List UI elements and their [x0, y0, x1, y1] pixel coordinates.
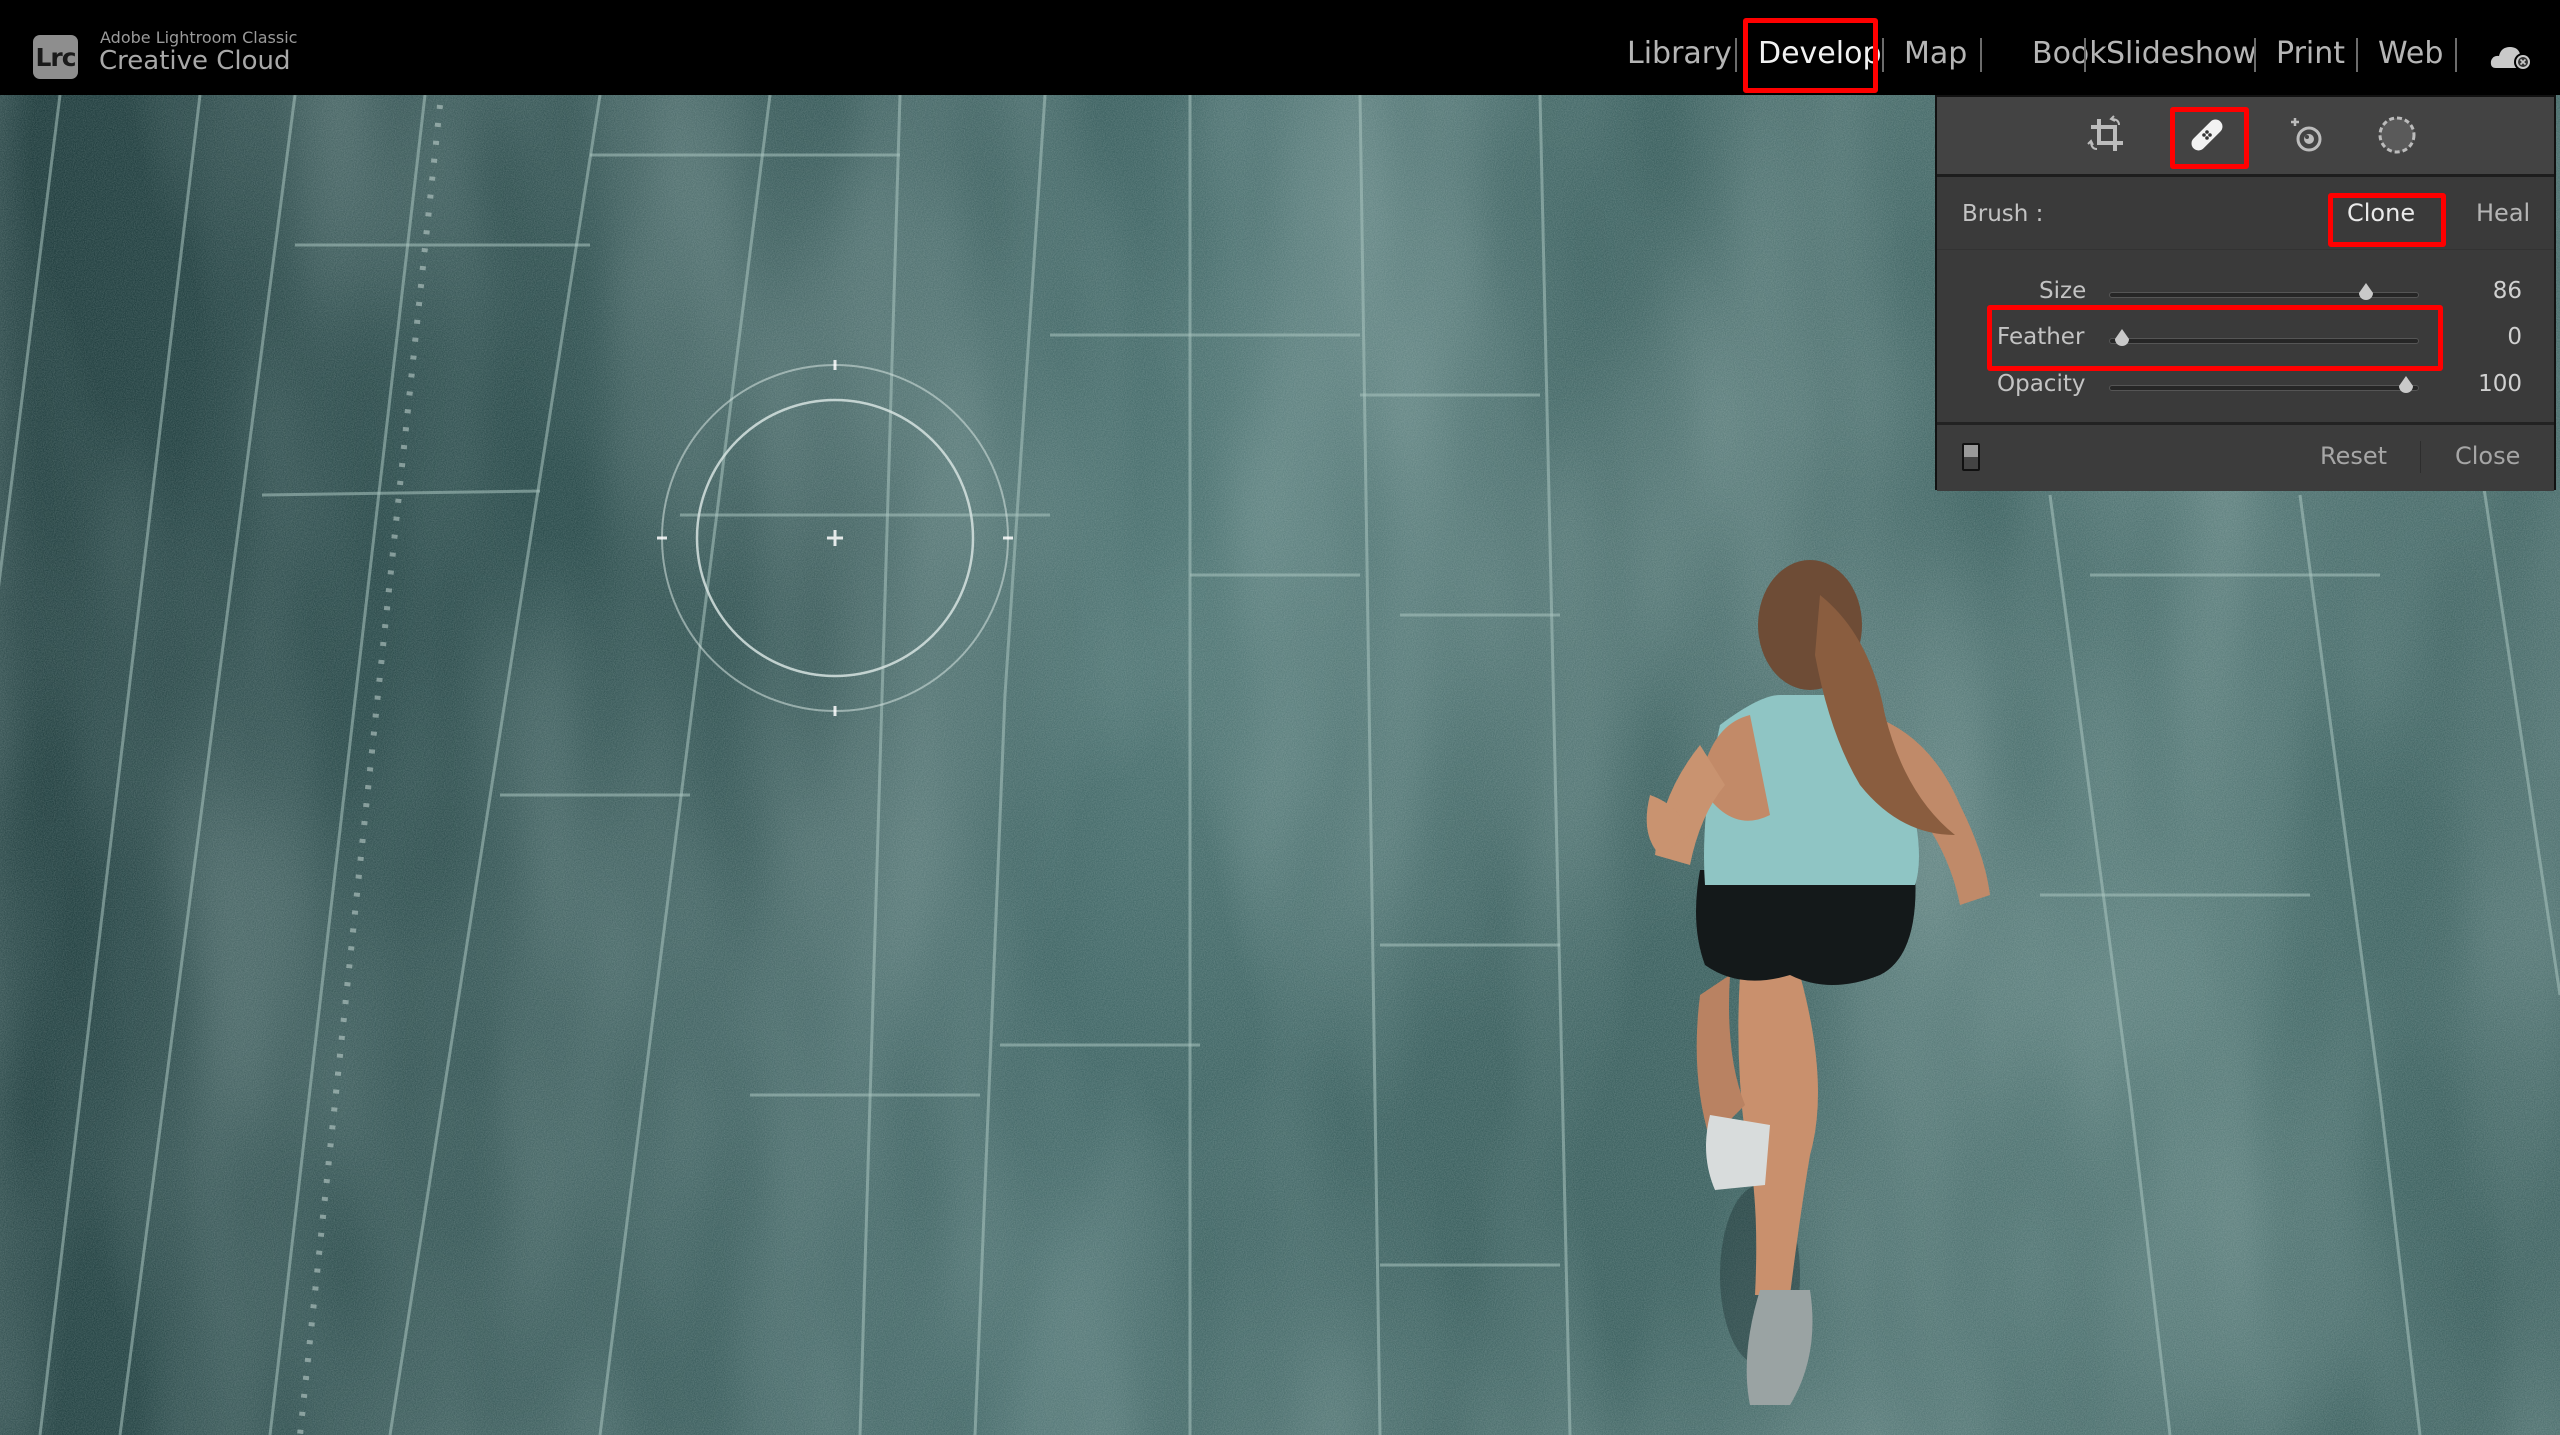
- cloud-sync-paused-icon[interactable]: [2490, 42, 2536, 72]
- module-map[interactable]: Map: [1904, 36, 1967, 71]
- opacity-slider[interactable]: [2109, 376, 2419, 393]
- crop-overlay-icon[interactable]: [2085, 113, 2129, 157]
- nav-divider: [1735, 38, 1737, 72]
- nav-divider: [2356, 38, 2358, 72]
- opacity-label: Opacity: [1997, 371, 2086, 397]
- nav-divider: [2084, 38, 2086, 72]
- develop-tool-strip: [1937, 97, 2554, 177]
- size-slider-thumb[interactable]: [2358, 283, 2374, 301]
- nav-divider: [2455, 38, 2457, 72]
- opacity-value[interactable]: 100: [2442, 371, 2522, 397]
- size-value[interactable]: 86: [2442, 278, 2522, 304]
- module-develop[interactable]: Develop: [1758, 36, 1882, 71]
- size-label: Size: [2039, 278, 2087, 304]
- footer-divider: [2420, 441, 2421, 473]
- brush-mode-row: Brush : Clone Heal: [1937, 179, 2554, 250]
- spot-removal-panel: Brush : Clone Heal Size 86 Feather 0 Opa…: [1935, 95, 2556, 491]
- lrc-logo: Lrc: [33, 35, 78, 79]
- reset-button[interactable]: Reset: [2320, 442, 2387, 470]
- feather-slider-thumb[interactable]: [2114, 329, 2130, 347]
- brush-label: Brush :: [1962, 201, 2044, 227]
- nav-divider: [1980, 38, 1982, 72]
- panel-on-off-toggle[interactable]: [1962, 443, 1980, 471]
- nav-divider: [2254, 38, 2256, 72]
- module-book[interactable]: Book: [2032, 36, 2107, 71]
- feather-value[interactable]: 0: [2442, 324, 2522, 350]
- spot-removal-icon[interactable]: [2185, 113, 2229, 157]
- brush-mode-clone[interactable]: Clone: [2347, 199, 2415, 227]
- top-bar: Lrc Adobe Lightroom Classic Creative Clo…: [0, 0, 2560, 95]
- app-subtitle: Adobe Lightroom Classic: [100, 28, 298, 47]
- app-name: Creative Cloud: [99, 46, 291, 76]
- module-library[interactable]: Library: [1627, 36, 1732, 71]
- size-slider[interactable]: [2109, 283, 2419, 300]
- module-slideshow[interactable]: Slideshow: [2106, 36, 2257, 71]
- feather-label: Feather: [1997, 324, 2085, 350]
- red-eye-correction-icon[interactable]: [2285, 113, 2329, 157]
- masking-icon[interactable]: [2375, 113, 2419, 157]
- module-web[interactable]: Web: [2378, 36, 2443, 71]
- module-print[interactable]: Print: [2276, 36, 2345, 71]
- panel-footer: Reset Close: [1937, 422, 2554, 491]
- nav-divider: [1882, 38, 1884, 72]
- opacity-slider-thumb[interactable]: [2398, 376, 2414, 394]
- feather-slider[interactable]: [2109, 329, 2419, 346]
- brush-mode-heal[interactable]: Heal: [2476, 199, 2530, 227]
- close-button[interactable]: Close: [2455, 442, 2520, 470]
